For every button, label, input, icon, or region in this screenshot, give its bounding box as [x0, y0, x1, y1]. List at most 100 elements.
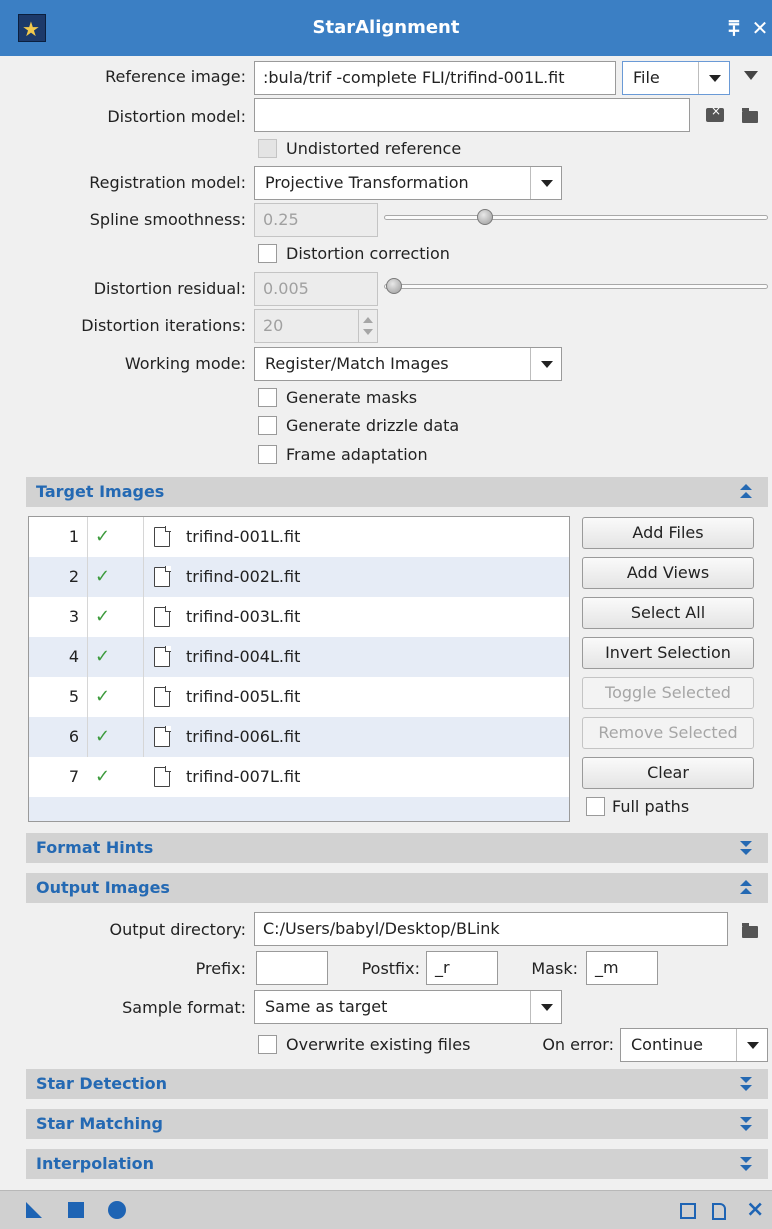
reset-icon[interactable]: ⨯	[746, 1197, 764, 1223]
expand-icon[interactable]	[739, 839, 753, 857]
select-all-button[interactable]: Select All	[582, 597, 754, 629]
table-row[interactable]: 3 ✓ trifind-003L.fit	[29, 597, 569, 637]
spinner-arrows-icon[interactable]	[358, 310, 376, 342]
edit-instance-icon[interactable]	[712, 1203, 726, 1220]
file-icon	[154, 526, 171, 547]
apply-global-icon[interactable]	[68, 1202, 84, 1218]
folder-icon[interactable]	[742, 923, 758, 938]
new-instance-icon[interactable]	[26, 1202, 42, 1218]
chevron-down-icon	[736, 1029, 767, 1061]
prefix-input[interactable]	[256, 951, 328, 985]
row-index: 2	[68, 567, 79, 586]
file-icon	[154, 726, 171, 747]
close-icon[interactable]: ✕	[748, 16, 772, 40]
undistorted-reference-checkbox[interactable]	[258, 139, 277, 158]
table-row[interactable]: 1 ✓ trifind-001L.fit	[29, 517, 569, 557]
file-name: trifind-007L.fit	[186, 767, 301, 786]
clear-icon[interactable]: ×	[706, 104, 724, 122]
table-row[interactable]: 2 ✓ trifind-002L.fit	[29, 557, 569, 597]
empty-row	[29, 797, 569, 821]
dropdown-menu-icon[interactable]	[744, 71, 758, 80]
file-icon	[154, 766, 171, 787]
table-row[interactable]: 4 ✓ trifind-004L.fit	[29, 637, 569, 677]
file-icon	[154, 566, 171, 587]
postfix-label: Postfix:	[361, 959, 420, 978]
output-directory-input[interactable]: C:/Users/babyl/Desktop/BLink	[254, 912, 728, 946]
add-files-button[interactable]: Add Files	[582, 517, 754, 549]
toggle-selected-button[interactable]: Toggle Selected	[582, 677, 754, 709]
pin-icon[interactable]: ⩱	[722, 16, 746, 40]
enabled-check-icon[interactable]: ✓	[95, 517, 110, 557]
distortion-correction-checkbox[interactable]	[258, 244, 277, 263]
table-row[interactable]: 7 ✓ trifind-007L.fit	[29, 757, 569, 797]
reference-source-select[interactable]: File	[622, 61, 730, 95]
mask-input[interactable]: _m	[586, 951, 658, 985]
enabled-check-icon[interactable]: ✓	[95, 717, 110, 757]
enabled-check-icon[interactable]: ✓	[95, 557, 110, 597]
enabled-check-icon[interactable]: ✓	[95, 757, 110, 797]
overwrite-checkbox[interactable]	[258, 1035, 277, 1054]
collapse-icon[interactable]	[739, 483, 753, 501]
execute-icon[interactable]	[108, 1201, 126, 1219]
reference-image-input[interactable]: :bula/trif -complete FLI/trifind-001L.fi…	[254, 61, 616, 95]
full-paths-label: Full paths	[612, 797, 690, 816]
chevron-down-icon	[530, 167, 561, 199]
file-name: trifind-004L.fit	[186, 647, 301, 666]
clear-button[interactable]: Clear	[582, 757, 754, 789]
distortion-residual-label: Distortion residual:	[93, 279, 246, 298]
file-name: trifind-001L.fit	[186, 527, 301, 546]
invert-selection-button[interactable]: Invert Selection	[582, 637, 754, 669]
working-mode-label: Working mode:	[124, 354, 246, 373]
distortion-model-label: Distortion model:	[107, 107, 246, 126]
distortion-model-input[interactable]	[254, 98, 690, 132]
working-mode-select[interactable]: Register/Match Images	[254, 347, 562, 381]
distortion-residual-slider[interactable]	[386, 278, 402, 294]
sample-format-select[interactable]: Same as target	[254, 990, 562, 1024]
registration-model-select[interactable]: Projective Transformation	[254, 166, 562, 200]
mask-label: Mask:	[531, 959, 578, 978]
postfix-input[interactable]: _r	[426, 951, 498, 985]
target-images-list[interactable]: 1 ✓ trifind-001L.fit 2 ✓ trifind-002L.fit 3 ✓ tr…	[28, 516, 570, 822]
table-row[interactable]: 6 ✓ trifind-006L.fit	[29, 717, 569, 757]
remove-selected-button[interactable]: Remove Selected	[582, 717, 754, 749]
reference-image-label: Reference image:	[105, 67, 246, 86]
window-title: StarAlignment	[312, 17, 460, 38]
browse-documentation-icon[interactable]	[680, 1203, 696, 1219]
chevron-down-icon	[698, 62, 729, 94]
output-images-title: Output Images	[36, 878, 170, 897]
chevron-down-icon	[530, 348, 561, 380]
collapse-icon[interactable]	[739, 879, 753, 897]
chevron-down-icon	[530, 991, 561, 1023]
frame-adaptation-label: Frame adaptation	[286, 445, 428, 464]
full-paths-checkbox[interactable]	[586, 797, 605, 816]
on-error-select[interactable]: Continue	[620, 1028, 768, 1062]
row-index: 5	[68, 687, 79, 706]
sample-format-value: Same as target	[265, 997, 388, 1016]
reference-source-value: File	[633, 68, 660, 87]
enabled-check-icon[interactable]: ✓	[95, 597, 110, 637]
row-index: 4	[68, 647, 79, 666]
distortion-iterations-label: Distortion iterations:	[81, 316, 246, 335]
spline-smoothness-slider[interactable]	[477, 209, 493, 225]
expand-icon[interactable]	[739, 1115, 753, 1133]
undistorted-reference-label: Undistorted reference	[286, 139, 462, 158]
enabled-check-icon[interactable]: ✓	[95, 637, 110, 677]
distortion-residual-input[interactable]: 0.005	[254, 272, 378, 306]
row-index: 7	[68, 767, 79, 786]
expand-icon[interactable]	[739, 1155, 753, 1173]
generate-drizzle-checkbox[interactable]	[258, 416, 277, 435]
overwrite-label: Overwrite existing files	[286, 1035, 471, 1054]
table-row[interactable]: 5 ✓ trifind-005L.fit	[29, 677, 569, 717]
frame-adaptation-checkbox[interactable]	[258, 445, 277, 464]
distortion-residual-track[interactable]	[384, 284, 768, 289]
add-views-button[interactable]: Add Views	[582, 557, 754, 589]
spline-smoothness-input[interactable]: 0.25	[254, 203, 378, 237]
file-name: trifind-002L.fit	[186, 567, 301, 586]
folder-icon[interactable]	[742, 108, 758, 123]
registration-model-value: Projective Transformation	[265, 173, 469, 192]
generate-masks-checkbox[interactable]	[258, 388, 277, 407]
expand-icon[interactable]	[739, 1075, 753, 1093]
spline-smoothness-track[interactable]	[384, 215, 768, 220]
enabled-check-icon[interactable]: ✓	[95, 677, 110, 717]
format-hints-title: Format Hints	[36, 838, 154, 857]
